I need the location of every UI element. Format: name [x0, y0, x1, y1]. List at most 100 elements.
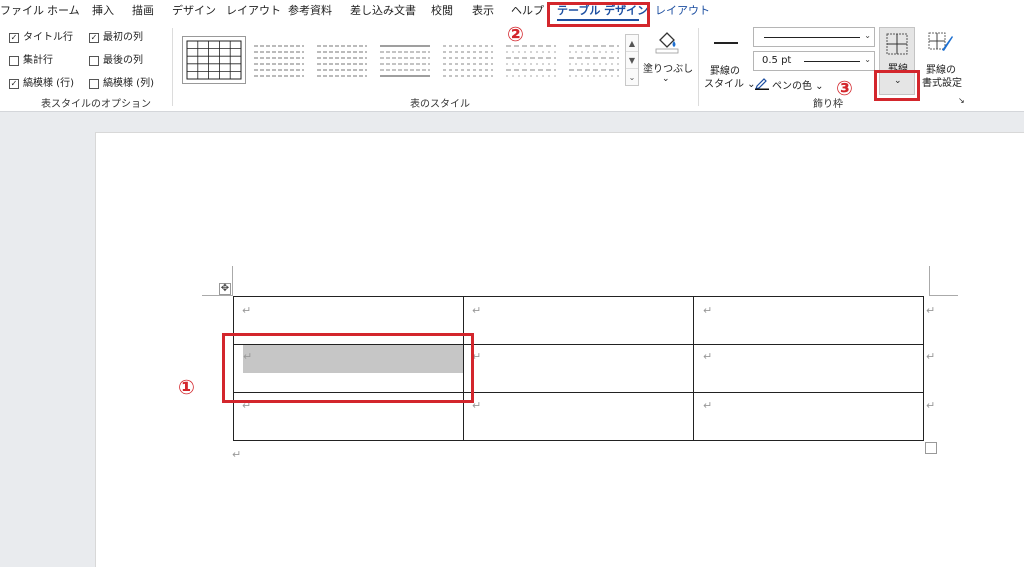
table-move-handle-icon[interactable]: ✥ [219, 283, 231, 295]
table-style-thumbnail [254, 45, 304, 77]
line-weight-chevron-icon: ⌄ [864, 55, 871, 64]
borders-dialog-launcher-icon[interactable]: ↘ [958, 96, 965, 105]
highlight-selected-cell [222, 333, 474, 403]
shading-label: 塗りつぶし [643, 64, 694, 75]
ribbon-tab-bar: ファイル ホーム 挿入 描画 デザイン レイアウト 参考資料 差し込み文書 校閲… [0, 0, 1024, 22]
shading-chevron-icon[interactable]: ⌄ [662, 74, 670, 84]
annotation-1: ① [178, 375, 195, 399]
row-end-mark: ↵ [926, 304, 936, 317]
pen-color-button[interactable]: ペンの色 ⌄ [755, 76, 825, 92]
checkbox-last-column[interactable] [89, 56, 99, 66]
table-style-plain-4[interactable] [439, 38, 497, 82]
margin-corner-mark [930, 295, 958, 296]
gallery-scroll-up[interactable]: ▲ [626, 35, 638, 52]
margin-corner-mark [232, 266, 233, 296]
paragraph-mark: ↵ [232, 448, 242, 461]
option-total-row-label: 集計行 [23, 55, 53, 66]
tab-draw[interactable]: 描画 [132, 4, 154, 18]
margin-corner-mark [202, 295, 232, 296]
cell-end-mark: ↵ [703, 399, 713, 412]
table-resize-handle[interactable] [925, 442, 937, 454]
checkbox-banded-columns[interactable] [89, 79, 99, 89]
row-end-mark: ↵ [926, 399, 936, 412]
shading-button[interactable]: 塗りつぶし ⌄ [643, 30, 693, 90]
gallery-scroll-down[interactable]: ▼ [626, 52, 638, 69]
style-gallery-scrollbar[interactable]: ▲ ▼ ⌄ [625, 34, 639, 86]
annotation-2: ② [507, 22, 524, 46]
table-cell[interactable] [693, 296, 924, 345]
option-banded-columns-label: 縞模様 (列) [103, 78, 154, 89]
checkbox-banded-rows[interactable]: ✓ [9, 79, 19, 89]
border-painter-icon [928, 32, 953, 51]
highlight-table-design-tab [547, 2, 650, 27]
option-banded-columns[interactable]: 縞模様 (列) [89, 78, 154, 90]
checkbox-total-row[interactable] [9, 56, 19, 66]
table-style-thumbnail [380, 45, 430, 77]
tab-layout[interactable]: レイアウト [226, 4, 281, 18]
option-first-column-label: 最初の列 [103, 32, 143, 43]
solid-line-icon [764, 37, 860, 38]
table-style-thumbnail [569, 45, 619, 77]
line-style-combo[interactable]: ⌄ [753, 27, 875, 47]
table-style-plain-3[interactable] [376, 38, 434, 82]
option-last-column[interactable]: 最後の列 [89, 55, 143, 67]
word-window: ファイル ホーム 挿入 描画 デザイン レイアウト 参考資料 差し込み文書 校閲… [0, 0, 1024, 567]
table-style-grid-selected[interactable] [182, 36, 246, 84]
tab-review[interactable]: 校閲 [431, 4, 453, 18]
table-style-thumbnail [317, 45, 367, 77]
thin-line-icon [804, 61, 860, 62]
tab-table-layout[interactable]: レイアウト [655, 4, 710, 18]
table-style-plain-2[interactable] [313, 38, 371, 82]
border-line-icon [714, 42, 738, 44]
table-style-thumbnail [443, 45, 493, 77]
tab-mailings[interactable]: 差し込み文書 [350, 4, 416, 18]
tab-view[interactable]: 表示 [472, 4, 494, 18]
annotation-3: ③ [836, 76, 853, 100]
group-separator [698, 28, 699, 106]
line-weight-combo[interactable]: 0.5 pt ⌄ [753, 51, 875, 71]
checkbox-header-row[interactable]: ✓ [9, 33, 19, 43]
option-last-column-label: 最後の列 [103, 55, 143, 66]
paint-bucket-icon [655, 32, 679, 54]
highlight-borders-dropdown [874, 70, 920, 101]
option-banded-rows[interactable]: ✓ 縞模様 (行) [9, 78, 74, 90]
table-style-plain-1[interactable] [250, 38, 308, 82]
option-header-row[interactable]: ✓ タイトル行 [9, 32, 73, 44]
checkbox-first-column[interactable]: ✓ [89, 33, 99, 43]
option-header-row-label: タイトル行 [23, 32, 73, 43]
border-styles-button[interactable]: 罫線の スタイル ⌄ [704, 30, 756, 94]
table-cell[interactable] [693, 344, 924, 393]
tab-insert[interactable]: 挿入 [92, 4, 114, 18]
option-banded-rows-label: 縞模様 (行) [23, 78, 74, 89]
table-cell[interactable] [463, 392, 694, 441]
border-styles-label-2: スタイル ⌄ [704, 79, 756, 90]
table-grid-thumbnail [186, 40, 242, 80]
option-first-column[interactable]: ✓ 最初の列 [89, 32, 143, 44]
line-style-chevron-icon: ⌄ [864, 31, 871, 40]
tab-help[interactable]: ヘルプ [511, 4, 544, 18]
tab-home[interactable]: ホーム [47, 4, 80, 18]
table-cell[interactable] [693, 392, 924, 441]
border-painter-label-2: 書式設定 [922, 78, 962, 89]
cell-end-mark: ↵ [472, 304, 482, 317]
table-cell[interactable] [463, 344, 694, 393]
group-label-table-styles: 表のスタイル [410, 99, 470, 110]
line-weight-value: 0.5 pt [762, 55, 792, 66]
borders-grid-icon [886, 33, 908, 55]
tab-references[interactable]: 参考資料 [288, 4, 332, 18]
row-end-mark: ↵ [926, 350, 936, 363]
border-painter-button[interactable]: 罫線の 書式設定 [920, 28, 968, 92]
cell-end-mark: ↵ [242, 304, 252, 317]
option-total-row[interactable]: 集計行 [9, 55, 53, 67]
pen-icon [755, 78, 769, 90]
tab-file[interactable]: ファイル [0, 4, 44, 18]
table-cell[interactable] [463, 296, 694, 345]
margin-corner-mark [929, 266, 930, 296]
tab-design[interactable]: デザイン [172, 4, 216, 18]
group-separator [172, 28, 173, 106]
table-style-plain-6[interactable] [565, 38, 623, 82]
group-label-style-options: 表スタイルのオプション [41, 99, 151, 110]
gallery-more[interactable]: ⌄ [626, 69, 638, 86]
cell-end-mark: ↵ [703, 350, 713, 363]
cell-end-mark: ↵ [703, 304, 713, 317]
